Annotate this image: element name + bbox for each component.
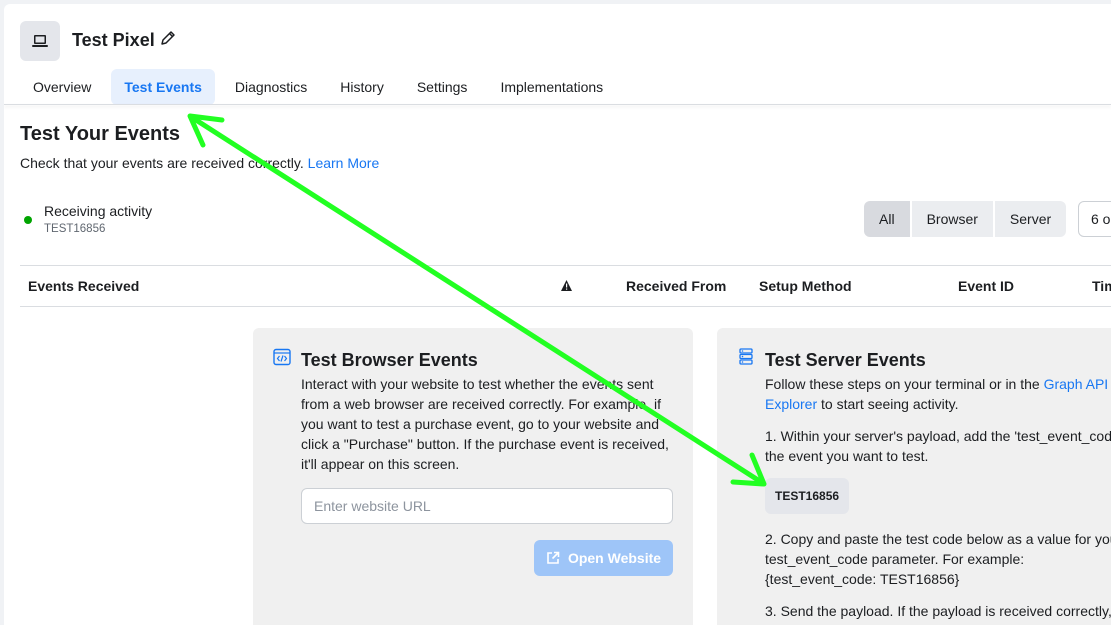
- col-setup-method: Setup Method: [759, 278, 852, 294]
- status-dot: [24, 216, 32, 224]
- warning-icon: [561, 280, 572, 291]
- server-intro-text-end: to start seeing activity.: [817, 396, 959, 412]
- laptop-icon: [32, 35, 48, 47]
- tab-test-events[interactable]: Test Events: [111, 69, 215, 105]
- tab-history[interactable]: History: [327, 69, 397, 105]
- learn-more-link[interactable]: Learn More: [308, 155, 380, 171]
- options-dropdown[interactable]: 6 op: [1078, 201, 1111, 237]
- col-event-id: Event ID: [958, 278, 1015, 294]
- subtitle-text: Check that your events are received corr…: [20, 155, 304, 171]
- open-website-label: Open Website: [567, 550, 662, 566]
- header-divider: [4, 104, 1111, 105]
- tab-settings[interactable]: Settings: [404, 69, 481, 105]
- col-time: Tim: [1092, 278, 1111, 294]
- server-step-3: 3. Send the payload. If the payload is r…: [765, 603, 1111, 625]
- filter-server-button[interactable]: Server: [994, 201, 1067, 237]
- server-step-1: 1. Within your server's payload, add the…: [765, 428, 1111, 464]
- page-frame: Test Pixel Overview Test Events Diagnost…: [4, 4, 1111, 625]
- status-code: TEST16856: [44, 223, 106, 235]
- browser-card-title: Test Browser Events: [301, 350, 478, 370]
- page-title: Test Your Events: [20, 123, 181, 145]
- external-link-icon: [547, 551, 560, 564]
- server-card-title: Test Server Events: [765, 350, 926, 370]
- filter-all-button[interactable]: All: [864, 201, 910, 237]
- events-table-header: Events Received Received From Setup Meth…: [20, 265, 1111, 307]
- browser-card-description: Interact with your website to test wheth…: [301, 376, 669, 472]
- pencil-icon[interactable]: [159, 29, 177, 47]
- tab-diagnostics[interactable]: Diagnostics: [222, 69, 320, 105]
- server-intro-text: Follow these steps on your terminal or i…: [765, 376, 1044, 392]
- source-filter: All Browser Server: [864, 201, 1068, 237]
- server-step-2: 2. Copy and paste the test code below as…: [765, 531, 1111, 587]
- col-received-from: Received From: [626, 278, 727, 294]
- page-subtitle: Check that your events are received corr…: [20, 155, 379, 171]
- website-url-input[interactable]: [301, 488, 673, 524]
- test-code-chip[interactable]: TEST16856: [765, 478, 850, 514]
- tab-overview[interactable]: Overview: [20, 69, 104, 105]
- tab-bar: Overview Test Events Diagnostics History…: [20, 69, 623, 105]
- status-label: Receiving activity: [44, 203, 153, 219]
- open-website-button[interactable]: Open Website: [534, 540, 673, 576]
- pixel-icon: [20, 21, 60, 61]
- filter-browser-button[interactable]: Browser: [911, 201, 993, 237]
- server-card-intro: Follow these steps on your terminal or i…: [765, 374, 1111, 414]
- server-events-card: Test Server Events Follow these steps on…: [717, 328, 1111, 625]
- browser-code-icon: [273, 348, 291, 366]
- server-icon: [739, 348, 753, 365]
- browser-events-card: Test Browser Events Interact with your w…: [253, 328, 693, 625]
- col-events-received: Events Received: [28, 278, 140, 294]
- pixel-title: Test Pixel: [72, 30, 155, 50]
- tab-implementations[interactable]: Implementations: [487, 69, 616, 105]
